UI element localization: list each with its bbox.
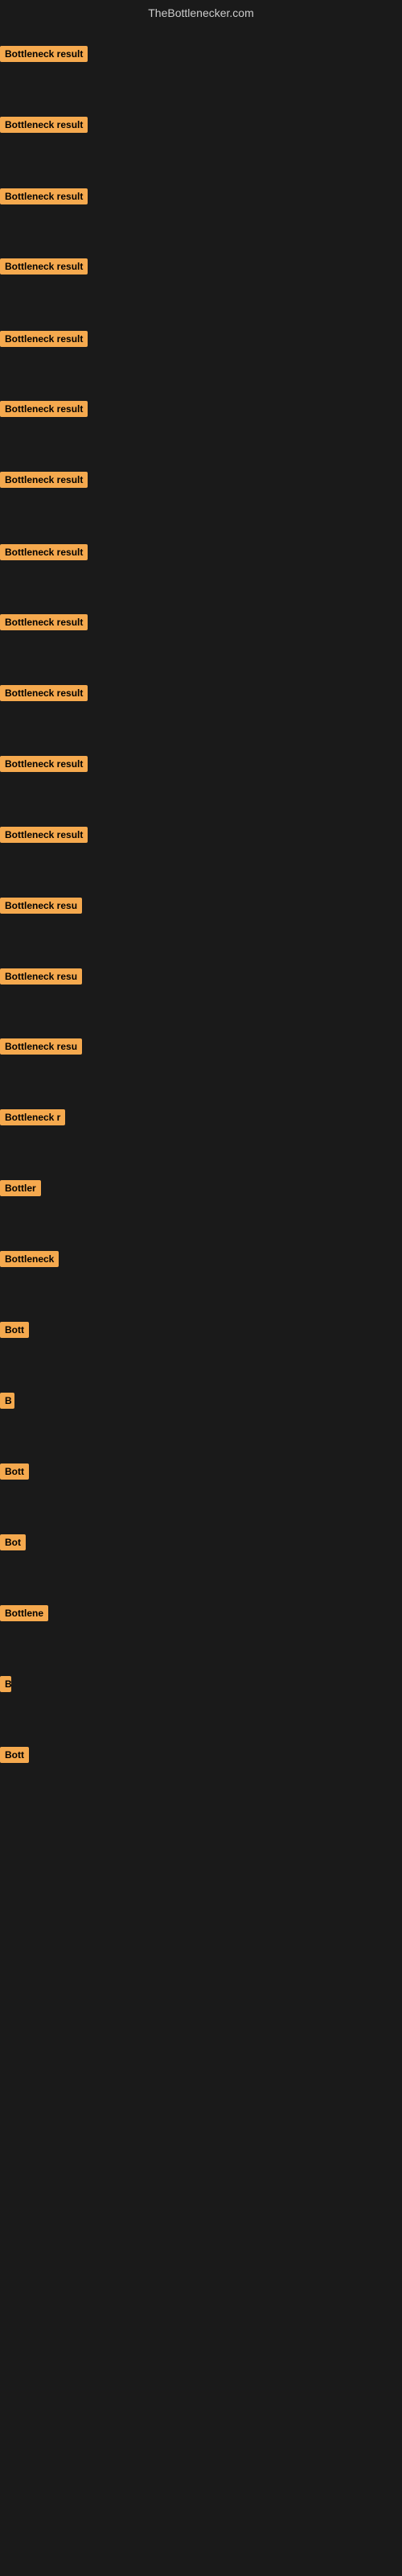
bottleneck-result-item: Bottleneck result xyxy=(0,258,88,279)
bottleneck-badge: Bottleneck result xyxy=(0,258,88,275)
bottleneck-result-item: Bottleneck result xyxy=(0,117,88,137)
bottleneck-badge: Bottleneck result xyxy=(0,46,88,62)
bottleneck-result-item: Bottleneck r xyxy=(0,1109,65,1129)
bottleneck-result-item: Bottleneck result xyxy=(0,827,88,847)
bottleneck-badge: Bottleneck result xyxy=(0,614,88,630)
bottleneck-result-item: Bottleneck result xyxy=(0,756,88,776)
bottleneck-result-item: Bottler xyxy=(0,1180,41,1200)
bottleneck-result-item: Bottleneck result xyxy=(0,331,88,351)
bottleneck-result-item: Bottleneck result xyxy=(0,401,88,421)
bottleneck-result-item: Bot xyxy=(0,1534,26,1554)
bottleneck-badge: Bottleneck result xyxy=(0,117,88,133)
bottleneck-result-item: Bottleneck result xyxy=(0,614,88,634)
bottleneck-result-item: Bottleneck result xyxy=(0,46,88,66)
bottleneck-result-item: Bott xyxy=(0,1322,29,1342)
bottleneck-result-item: Bottleneck resu xyxy=(0,898,82,918)
bottleneck-result-item: B xyxy=(0,1676,11,1696)
bottleneck-badge: Bottleneck result xyxy=(0,544,88,560)
bottleneck-badge: Bot xyxy=(0,1534,26,1550)
bottleneck-badge: Bottleneck result xyxy=(0,827,88,843)
bottleneck-result-item: Bottleneck result xyxy=(0,472,88,492)
bottleneck-badge: Bottleneck resu xyxy=(0,1038,82,1055)
bottleneck-result-item: Bottleneck xyxy=(0,1251,59,1271)
bottleneck-result-item: Bottleneck result xyxy=(0,544,88,564)
bottleneck-badge: Bott xyxy=(0,1747,29,1763)
bottleneck-badge: Bott xyxy=(0,1463,29,1480)
site-title: TheBottlenecker.com xyxy=(0,0,402,23)
bottleneck-result-item: Bottleneck result xyxy=(0,188,88,208)
bottleneck-result-item: Bottlene xyxy=(0,1605,48,1625)
bottleneck-result-item: Bottleneck resu xyxy=(0,1038,82,1059)
bottleneck-badge: Bottlene xyxy=(0,1605,48,1621)
bottleneck-result-item: Bott xyxy=(0,1463,29,1484)
bottleneck-result-item: B xyxy=(0,1393,14,1413)
bottleneck-badge: Bottleneck xyxy=(0,1251,59,1267)
bottleneck-badge: B xyxy=(0,1393,14,1409)
bottleneck-badge: Bott xyxy=(0,1322,29,1338)
bottleneck-result-item: Bottleneck resu xyxy=(0,968,82,989)
bottleneck-badge: Bottleneck result xyxy=(0,401,88,417)
bottleneck-badge: Bottleneck resu xyxy=(0,898,82,914)
bottleneck-badge: Bottleneck result xyxy=(0,472,88,488)
bottleneck-badge: Bottleneck result xyxy=(0,331,88,347)
bottleneck-badge: B xyxy=(0,1676,11,1692)
bottleneck-badge: Bottleneck result xyxy=(0,188,88,204)
bottleneck-result-item: Bottleneck result xyxy=(0,685,88,705)
bottleneck-badge: Bottleneck r xyxy=(0,1109,65,1125)
bottleneck-badge: Bottleneck result xyxy=(0,756,88,772)
bottleneck-badge: Bottleneck resu xyxy=(0,968,82,985)
bottleneck-result-item: Bott xyxy=(0,1747,29,1767)
bottleneck-badge: Bottleneck result xyxy=(0,685,88,701)
bottleneck-badge: Bottler xyxy=(0,1180,41,1196)
